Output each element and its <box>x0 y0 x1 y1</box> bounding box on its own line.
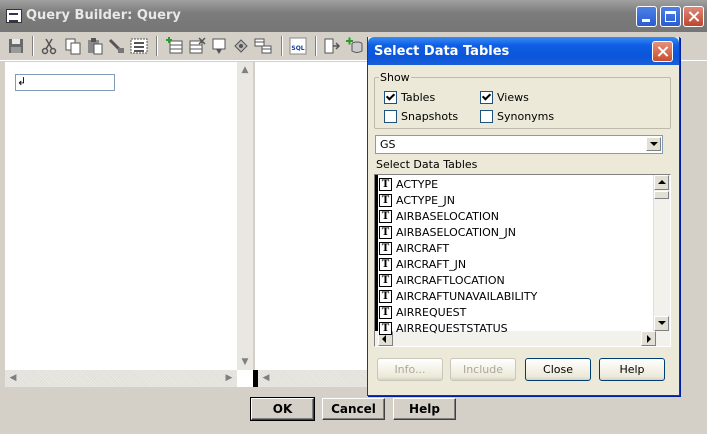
table-name: AIRCRAFT <box>396 242 450 255</box>
dialog-close-icon[interactable] <box>652 41 673 62</box>
copy-icon[interactable] <box>64 37 82 55</box>
table-list[interactable]: T ACTYPE T ACTYPE_JN T AIRBASELOCATION T AIRBAS… <box>374 174 671 347</box>
scroll-right-icon[interactable]: ▶ <box>221 370 237 386</box>
close-button[interactable]: Close <box>525 358 591 381</box>
right-pane-horizontal-scrollbar[interactable]: ◀ <box>258 370 370 387</box>
help-button[interactable]: Help <box>393 398 456 420</box>
table-name: ACTYPE_JN <box>396 194 456 207</box>
clear-icon[interactable] <box>108 37 126 55</box>
info-button[interactable]: Info... <box>377 358 443 381</box>
scroll-left-icon[interactable]: ◀ <box>258 370 274 386</box>
main-title-bar[interactable]: Query Builder: Query <box>0 0 707 32</box>
snapshots-checkbox-box[interactable] <box>384 110 397 123</box>
snapshots-checkbox-label: Snapshots <box>401 110 459 123</box>
scroll-up-icon[interactable] <box>654 175 669 190</box>
criteria-input[interactable]: ↲ <box>15 74 115 91</box>
table-icon: T <box>379 274 392 287</box>
list-edge <box>375 175 378 346</box>
select-all-icon[interactable] <box>130 37 148 55</box>
scroll-down-icon[interactable]: ▼ <box>237 354 253 370</box>
sql-icon[interactable]: SQL <box>289 37 307 55</box>
scroll-down-icon[interactable] <box>654 316 669 331</box>
table-name: AIRCRAFTLOCATION <box>396 274 505 287</box>
cut-icon[interactable] <box>40 37 58 55</box>
include-button[interactable]: Include <box>450 358 516 381</box>
chevron-down-icon[interactable] <box>646 137 661 151</box>
table-name: AIRREQUESTSTATUS <box>396 322 508 335</box>
add-database-icon[interactable] <box>346 37 364 55</box>
table-icon: T <box>379 242 392 255</box>
dialog-title-bar[interactable]: Select Data Tables <box>368 37 679 65</box>
maximize-button[interactable] <box>660 6 681 27</box>
toolbar-separator <box>156 36 158 56</box>
table-icon: T <box>379 306 392 319</box>
save-icon[interactable] <box>7 37 25 55</box>
delete-table-icon[interactable] <box>188 37 206 55</box>
group-icon[interactable] <box>254 37 272 55</box>
tables-checkbox-box[interactable] <box>384 91 397 104</box>
scroll-right-icon[interactable] <box>641 331 656 346</box>
add-table-icon[interactable] <box>165 37 183 55</box>
cursor-glyph: ↲ <box>17 75 27 88</box>
table-icon: T <box>379 322 392 335</box>
show-group-label: Show <box>380 71 410 84</box>
dialog-title: Select Data Tables <box>374 44 510 59</box>
window-title: Query Builder: Query <box>26 8 181 23</box>
import-icon[interactable] <box>323 37 341 55</box>
tables-checkbox-label: Tables <box>401 91 436 104</box>
table-name: AIRCRAFTUNAVAILABILITY <box>396 290 538 303</box>
scrollbar-corner <box>237 370 253 387</box>
synonyms-checkbox-label: Synonyms <box>497 110 555 123</box>
scroll-thumb[interactable] <box>654 191 669 199</box>
table-name: AIRBASELOCATION_JN <box>396 226 516 239</box>
design-pane-right[interactable] <box>255 62 370 370</box>
toolbar-separator <box>32 36 34 56</box>
select-data-tables-dialog: Select Data Tables Show Tables Views Sna… <box>367 37 680 396</box>
dialog-help-button[interactable]: Help <box>599 358 665 381</box>
table-icon: T <box>379 194 392 207</box>
table-icon: T <box>379 178 392 191</box>
table-list-label: Select Data Tables <box>376 158 478 171</box>
toolbar-separator <box>315 36 317 56</box>
table-icon: T <box>379 226 392 239</box>
cancel-button[interactable]: Cancel <box>322 398 385 420</box>
close-window-button[interactable] <box>683 6 704 27</box>
table-name: AIRBASELOCATION <box>396 210 500 223</box>
scroll-up-icon[interactable]: ▲ <box>237 62 253 78</box>
table-icon: T <box>379 290 392 303</box>
ok-button[interactable]: OK <box>250 397 315 421</box>
table-name: AIRCRAFT_JN <box>396 258 467 271</box>
table-name: ACTYPE <box>396 178 439 191</box>
design-pane-left[interactable] <box>5 62 237 370</box>
schema-select-value: GS <box>380 138 396 151</box>
query-builder-app-icon <box>6 9 22 23</box>
synonyms-checkbox-box[interactable] <box>480 110 493 123</box>
table-list-vertical-scrollbar[interactable] <box>653 175 670 331</box>
sql-label: SQL <box>291 45 304 52</box>
toolbar-separator <box>281 36 283 56</box>
left-pane-vertical-scrollbar[interactable]: ▲ ▼ <box>237 62 253 370</box>
edit-icon[interactable] <box>232 37 250 55</box>
filter-icon[interactable] <box>210 37 228 55</box>
paste-icon[interactable] <box>86 37 104 55</box>
views-checkbox-box[interactable] <box>480 91 493 104</box>
table-name: AIRREQUEST <box>396 306 467 319</box>
left-pane-horizontal-scrollbar[interactable]: ◀ ▶ <box>5 370 237 387</box>
views-checkbox-label: Views <box>497 91 529 104</box>
table-icon: T <box>379 210 392 223</box>
table-icon: T <box>379 258 392 271</box>
schema-select[interactable]: GS <box>375 135 663 154</box>
scroll-left-icon[interactable]: ◀ <box>5 370 21 386</box>
minimize-button[interactable] <box>636 6 657 27</box>
